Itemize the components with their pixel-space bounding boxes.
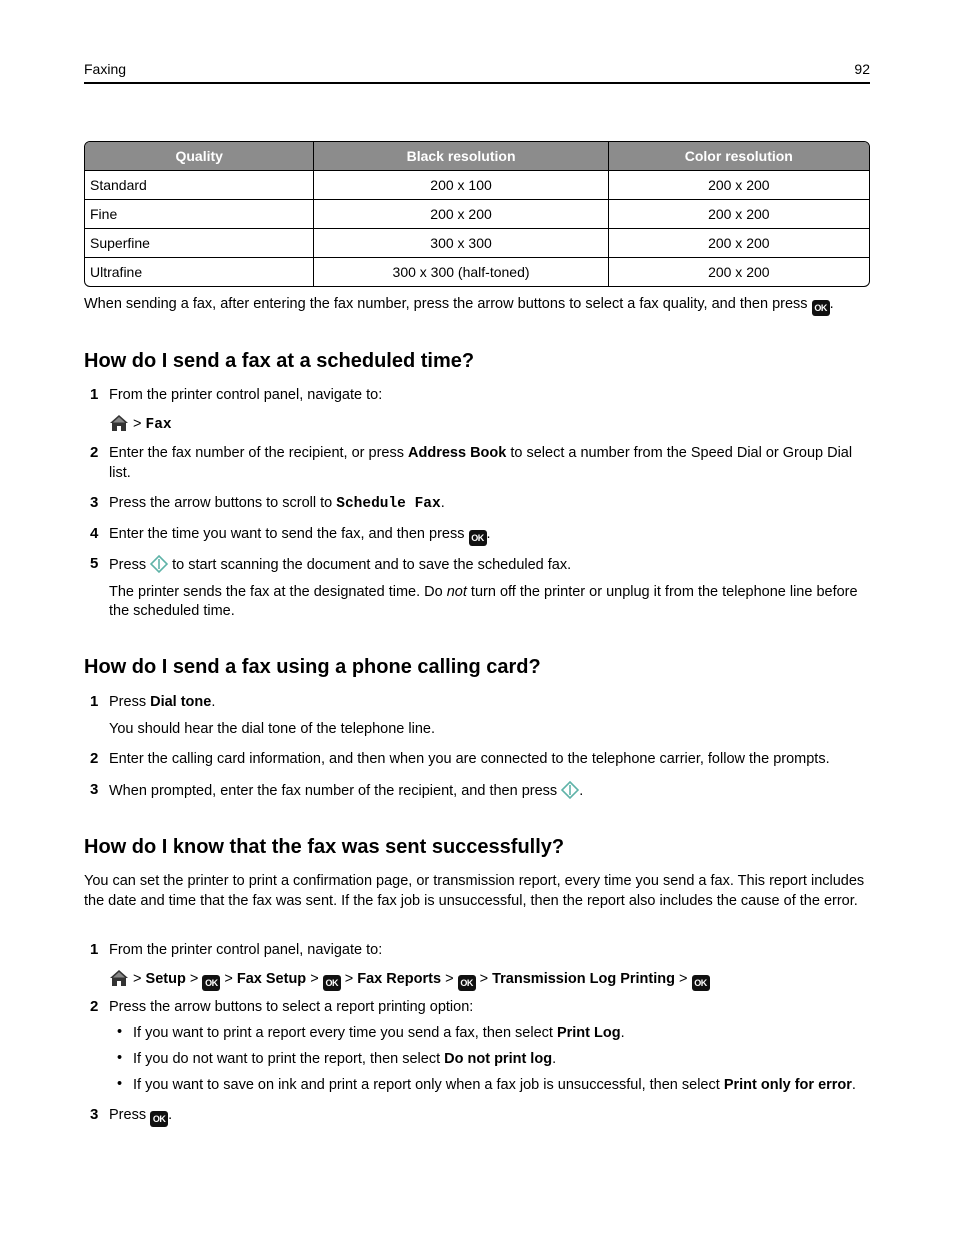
list-item: 1 From the printer control panel, naviga… — [84, 941, 870, 991]
step-number: 5 — [90, 555, 99, 572]
dial-tone-label: Dial tone — [150, 694, 212, 710]
quality-note: When sending a fax, after entering the f… — [84, 295, 834, 316]
step-note: You should hear the dial tone of the tel… — [109, 720, 435, 737]
bullet-item: • If you want to print a report every ti… — [117, 1024, 625, 1041]
column-header: Quality — [85, 142, 315, 171]
step-number: 3 — [90, 781, 99, 798]
bullet-icon: • — [117, 1024, 123, 1040]
step-text: Press the arrow buttons to select a repo… — [109, 999, 474, 1015]
column-header: Black resolution — [314, 142, 609, 171]
step-text: Press the arrow buttons to scroll to Sch… — [109, 495, 445, 512]
fax-resolution-table: Quality Black resolution Color resolutio… — [84, 141, 870, 287]
step-number: 1 — [90, 386, 99, 403]
quality-cell: Superfine — [85, 229, 315, 258]
quality-cell: Fine — [85, 200, 315, 229]
step-number: 1 — [90, 941, 99, 958]
table-row: Ultrafine 300 x 300 (half-toned) 200 x 2… — [85, 258, 869, 286]
list-item: 3 When prompted, enter the fax number of… — [84, 781, 870, 802]
list-item: 1 Press Dial tone. You should hear the d… — [84, 693, 870, 739]
start-button-icon — [561, 781, 580, 799]
ok-button-icon: OK — [457, 974, 476, 991]
menu-path-setup: Setup — [145, 970, 186, 987]
list-item: 2 Enter the fax number of the recipient,… — [84, 444, 870, 483]
table-row: Superfine 300 x 300 200 x 200 — [85, 229, 869, 258]
intro-paragraph: You can set the printer to print a confi… — [84, 873, 865, 909]
page-number: 92 — [854, 61, 870, 77]
list-item: 4 Enter the time you want to send the fa… — [84, 525, 870, 546]
heading-scheduled-fax: How do I send a fax at a scheduled time? — [84, 350, 475, 372]
bullet-icon: • — [117, 1050, 123, 1066]
quality-cell: Standard — [85, 171, 315, 200]
list-item: 3 Press OK. — [84, 1106, 870, 1127]
color-resolution-cell: 200 x 200 — [608, 229, 869, 258]
list-item: 2 Press the arrow buttons to select a re… — [84, 998, 870, 1018]
menu-item-schedule-fax: Schedule Fax — [336, 496, 441, 512]
menu-path-fax: Fax — [145, 416, 172, 433]
section-title: Faxing — [84, 61, 127, 77]
column-header: Color resolution — [608, 142, 869, 171]
table-header-row: Quality Black resolution Color resolutio… — [85, 142, 869, 171]
navigation-path: > Setup > OK > Fax Setup > OK > Fax Repo… — [109, 969, 870, 991]
table-row: Standard 200 x 100 200 x 200 — [85, 171, 869, 200]
list-item: 3 Press the arrow buttons to scroll to S… — [84, 494, 870, 515]
table-row: Fine 200 x 200 200 x 200 — [85, 200, 869, 229]
ok-button-icon: OK — [691, 974, 710, 991]
list-item: 5 Press to start scanning the document a… — [84, 555, 870, 622]
step-number: 4 — [90, 525, 99, 542]
heading-fax-confirmation: How do I know that the fax was sent succ… — [84, 836, 565, 858]
step-text: Enter the calling card information, and … — [109, 751, 830, 767]
step-text: Enter the fax number of the recipient, o… — [109, 445, 853, 481]
option-do-not-print-log: Do not print log — [444, 1051, 553, 1067]
step-text: Enter the time you want to send the fax,… — [109, 525, 870, 546]
black-resolution-cell: 300 x 300 (half-toned) — [314, 258, 609, 286]
list-item: 1 From the printer control panel, naviga… — [84, 386, 870, 435]
step-text: From the printer control panel, navigate… — [109, 942, 383, 958]
step-text: Press to start scanning the document and… — [109, 555, 572, 573]
menu-path-transmission-log: Transmission Log Printing — [492, 970, 675, 987]
menu-path-fax-reports: Fax Reports — [357, 970, 442, 987]
start-button-icon — [150, 555, 169, 573]
ok-button-icon: OK — [322, 974, 341, 991]
step-number: 1 — [90, 693, 99, 710]
ok-button-icon: OK — [202, 974, 221, 991]
step-text: Press Dial tone. — [109, 694, 216, 710]
heading-calling-card: How do I send a fax using a phone callin… — [84, 656, 541, 678]
step-text: Press OK. — [109, 1106, 870, 1127]
black-resolution-cell: 200 x 100 — [314, 171, 609, 200]
bullet-item: • If you do not want to print the report… — [117, 1050, 557, 1067]
color-resolution-cell: 200 x 200 — [608, 200, 869, 229]
ok-button-icon: OK — [811, 300, 830, 316]
ok-button-icon: OK — [150, 1111, 169, 1127]
step-number: 3 — [90, 1106, 99, 1123]
running-header: Faxing 92 — [84, 60, 870, 84]
bullet-item: • If you want to save on ink and print a… — [117, 1076, 856, 1093]
step-note: The printer sends the fax at the designa… — [109, 583, 858, 620]
quality-cell: Ultrafine — [85, 258, 315, 286]
black-resolution-cell: 200 x 200 — [314, 200, 609, 229]
step-text: When prompted, enter the fax number of t… — [109, 781, 584, 799]
home-icon — [110, 414, 128, 431]
bullet-icon: • — [117, 1076, 123, 1092]
home-icon — [110, 969, 128, 986]
ok-button-icon: OK — [468, 530, 487, 546]
step-number: 2 — [90, 750, 99, 767]
step-number: 2 — [90, 444, 99, 461]
step-text: From the printer control panel, navigate… — [109, 387, 383, 403]
step-number: 2 — [90, 998, 99, 1015]
color-resolution-cell: 200 x 200 — [708, 264, 770, 280]
list-item: 2 Enter the calling card information, an… — [84, 750, 870, 770]
option-print-only-for-error: Print only for error — [723, 1077, 852, 1093]
menu-path-fax-setup: Fax Setup — [236, 970, 307, 987]
step-number: 3 — [90, 494, 99, 511]
black-resolution-cell: 300 x 300 — [314, 229, 609, 258]
option-print-log: Print Log — [556, 1025, 621, 1041]
color-resolution-cell: 200 x 200 — [608, 171, 869, 200]
navigation-path: > Fax — [109, 414, 870, 436]
